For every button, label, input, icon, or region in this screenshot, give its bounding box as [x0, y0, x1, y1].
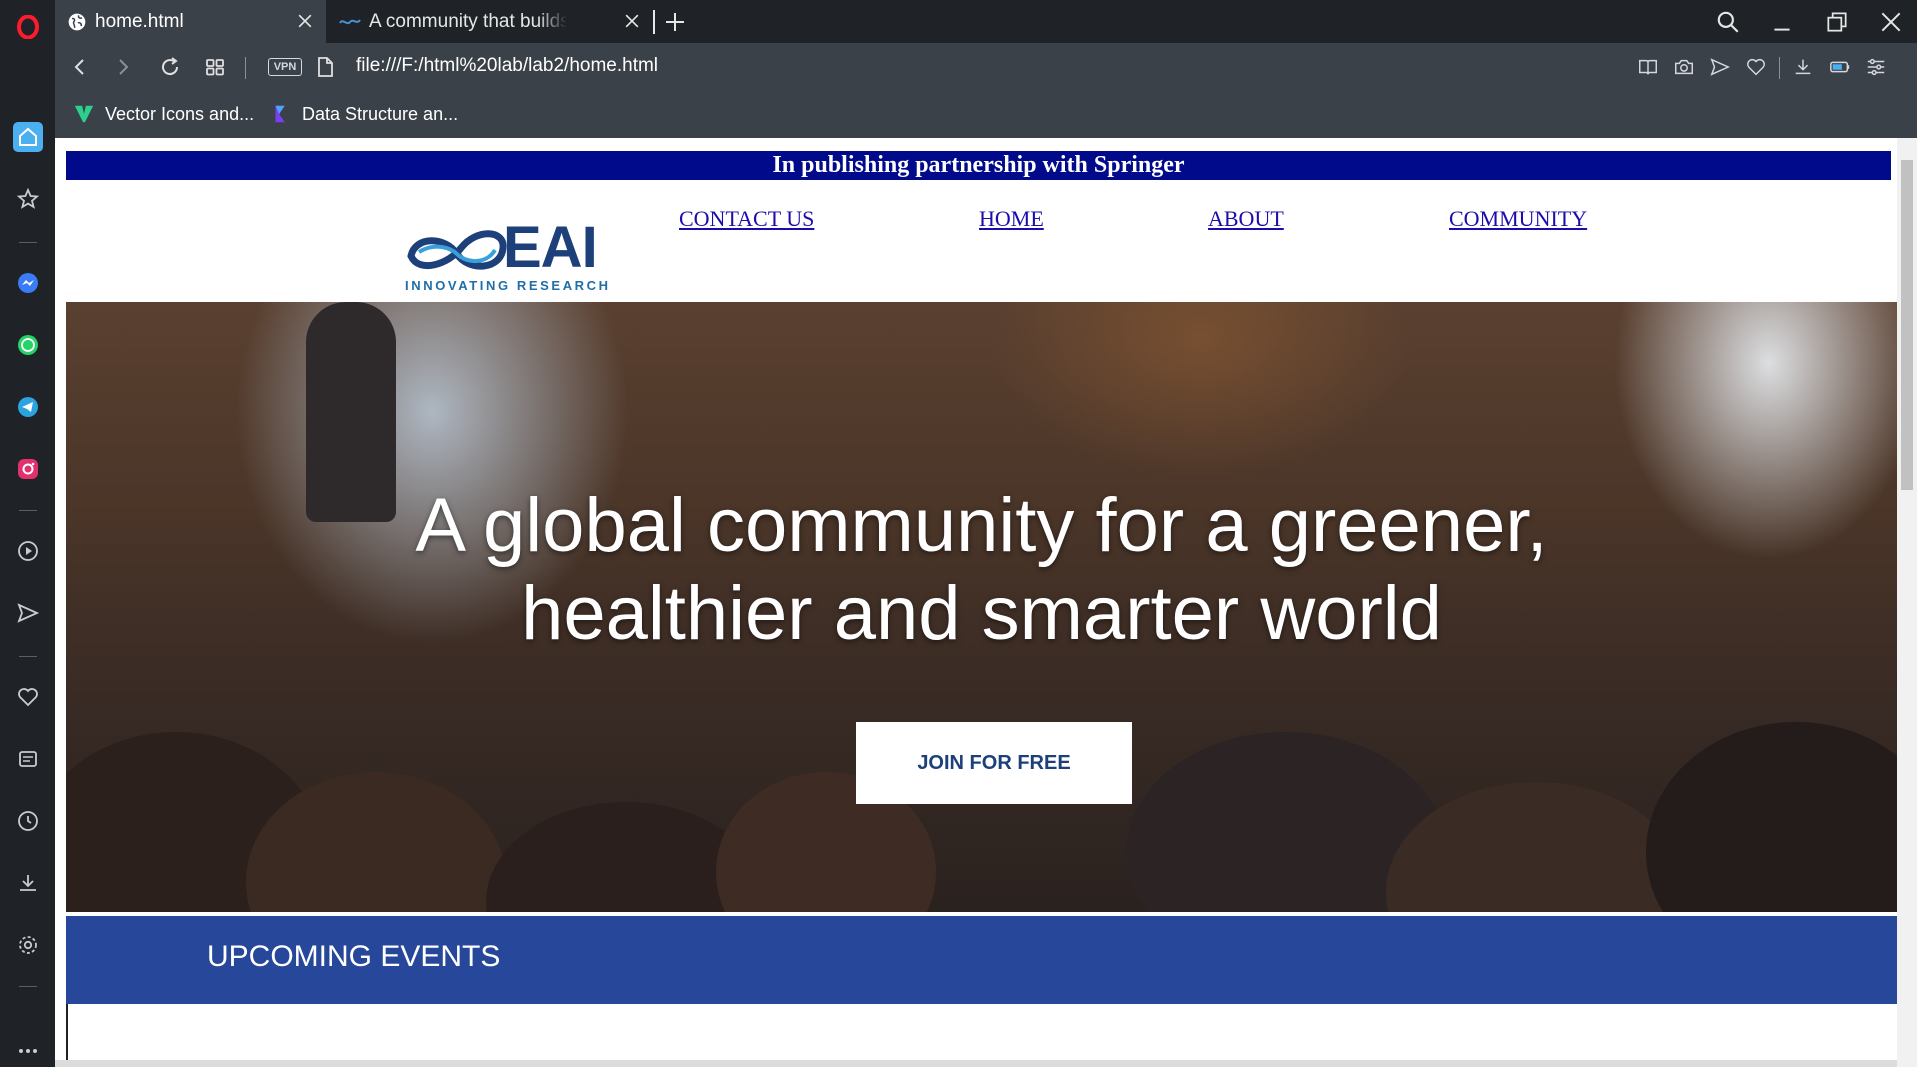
hero-section: A global community for a greener, health…	[66, 302, 1897, 912]
battery-saver-icon[interactable]	[1829, 56, 1851, 78]
new-tab-plus-icon[interactable]	[663, 10, 687, 34]
download-icon[interactable]	[1792, 56, 1814, 78]
camera-icon[interactable]	[1673, 56, 1695, 78]
heart-icon[interactable]	[1745, 56, 1767, 78]
messenger-icon[interactable]	[13, 268, 43, 298]
globe-icon	[68, 13, 86, 30]
page-icon	[318, 57, 333, 77]
reader-mode-icon[interactable]	[1637, 56, 1659, 78]
bookmark-data-structure[interactable]: Data Structure an...	[270, 102, 458, 126]
tabs-grid-icon[interactable]	[203, 55, 227, 79]
sidebar-separator	[19, 656, 37, 657]
history-icon[interactable]	[13, 806, 43, 836]
tab-eai-community[interactable]: A community that builds	[331, 0, 649, 43]
download-icon[interactable]	[13, 868, 43, 898]
address-separator	[245, 57, 246, 79]
close-icon[interactable]	[622, 11, 642, 31]
tab-bar: home.html A community that builds	[55, 0, 1917, 43]
eai-infinity-logo	[407, 230, 507, 270]
nav-home[interactable]: HOME	[979, 206, 1044, 232]
heart-icon[interactable]	[13, 682, 43, 712]
eai-logo-icon	[339, 18, 361, 24]
opera-logo[interactable]	[13, 12, 43, 42]
close-icon[interactable]	[295, 11, 315, 31]
join-for-free-button[interactable]: JOIN FOR FREE	[856, 722, 1132, 804]
nav-about[interactable]: ABOUT	[1208, 206, 1284, 232]
sidebar-separator	[19, 242, 37, 243]
browser-sidebar	[0, 0, 55, 1067]
bookmark-vector-icons[interactable]: Vector Icons and...	[73, 102, 254, 126]
audience-silhouette	[1646, 722, 1897, 912]
send-icon[interactable]	[13, 598, 43, 628]
vpn-badge[interactable]: VPN	[268, 58, 302, 76]
horizontal-scrollbar[interactable]	[55, 1060, 1897, 1067]
star-icon[interactable]	[13, 184, 43, 214]
vector-icons-logo	[74, 105, 94, 123]
tab-label: A community that builds	[369, 10, 567, 32]
hero-heading: A global community for a greener, health…	[66, 482, 1897, 658]
address-bar: VPN file:///F:/html%20lab/lab2/home.html	[55, 43, 1917, 91]
player-icon[interactable]	[13, 536, 43, 566]
logo-wordmark: EAI	[503, 215, 598, 280]
section-title: UPCOMING EVENTS	[207, 940, 501, 973]
reload-icon[interactable]	[158, 55, 182, 79]
forward-icon[interactable]	[111, 55, 135, 79]
bookmark-label: Data Structure an...	[302, 103, 459, 124]
more-icon[interactable]	[13, 1036, 43, 1066]
close-window-icon[interactable]	[1878, 9, 1904, 35]
content-edge	[66, 1004, 68, 1060]
upcoming-events-band: UPCOMING EVENTS	[66, 916, 1897, 1004]
nav-community[interactable]: COMMUNITY	[1449, 206, 1587, 232]
scrollbar-thumb[interactable]	[1901, 160, 1913, 490]
home-icon[interactable]	[13, 122, 43, 152]
bookmarks-bar: Vector Icons and... Data Structure an...	[55, 91, 1917, 138]
address-separator	[1779, 57, 1780, 79]
logo-tagline: INNOVATING RESEARCH	[405, 278, 611, 293]
restore-icon[interactable]	[1824, 9, 1850, 35]
vertical-scrollbar[interactable]	[1897, 138, 1917, 1067]
minimize-icon[interactable]	[1769, 9, 1795, 35]
back-icon[interactable]	[68, 55, 92, 79]
settings-icon[interactable]	[13, 930, 43, 960]
sidebar-separator	[19, 510, 37, 511]
hero-heading-line: healthier and smarter world	[521, 571, 1442, 656]
url-field[interactable]: file:///F:/html%20lab/lab2/home.html	[356, 55, 658, 77]
search-icon[interactable]	[1715, 9, 1741, 35]
partnership-banner: In publishing partnership with Springer	[66, 151, 1891, 180]
send-icon[interactable]	[1709, 56, 1731, 78]
page-viewport: In publishing partnership with Springer …	[55, 138, 1897, 1060]
whatsapp-icon[interactable]	[13, 330, 43, 360]
sidebar-separator	[19, 986, 37, 987]
tab-home-html[interactable]: home.html	[55, 0, 326, 43]
bookmark-label: Vector Icons and...	[105, 103, 255, 124]
instagram-icon[interactable]	[13, 454, 43, 484]
nav-contact-us[interactable]: CONTACT US	[679, 206, 814, 232]
tab-label: home.html	[95, 10, 184, 32]
data-structure-logo	[275, 105, 285, 123]
hero-heading-line: A global community for a greener,	[415, 483, 1548, 568]
telegram-icon[interactable]	[13, 392, 43, 422]
tab-divider	[653, 10, 655, 34]
easy-setup-icon[interactable]	[1865, 56, 1887, 78]
eai-logo[interactable]: EAI INNOVATING RESEARCH	[405, 215, 625, 298]
news-icon[interactable]	[13, 744, 43, 774]
